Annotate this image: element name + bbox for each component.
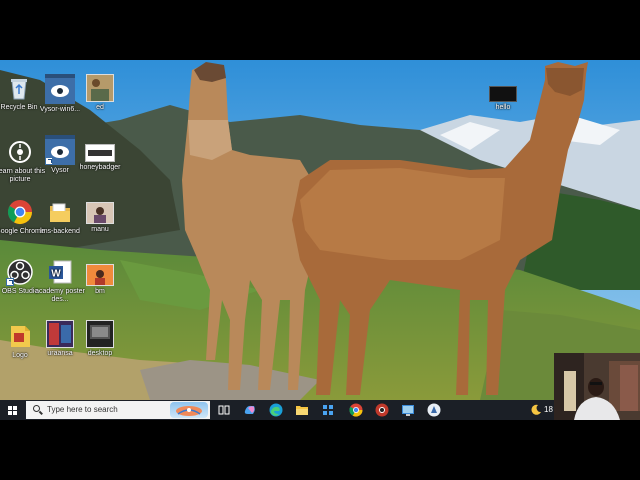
search-icon	[33, 405, 40, 412]
tray-weather-clock[interactable]: 18	[530, 402, 553, 418]
tray-clock-text: 18	[544, 405, 553, 414]
start-button[interactable]	[0, 400, 24, 420]
image-file-icon	[85, 144, 115, 162]
chrome-profile-icon[interactable]	[374, 402, 390, 418]
task-view-icon[interactable]	[216, 402, 232, 418]
webcam-overlay	[554, 353, 640, 420]
desktop-icon-hello[interactable]: hello	[474, 86, 532, 112]
obs-icon	[6, 258, 34, 286]
windows-logo-icon	[8, 406, 17, 415]
search-highlight-image	[170, 402, 208, 418]
desktop-icon-ed[interactable]: ed	[71, 74, 129, 112]
image-file-icon	[46, 320, 74, 348]
shortcut-arrow-icon	[6, 278, 14, 286]
vysor-app-icon[interactable]	[426, 402, 442, 418]
image-file-icon	[86, 202, 114, 224]
image-file-icon	[86, 264, 114, 286]
taskbar: Type here to search 18	[0, 400, 640, 420]
taskbar-search-box[interactable]: Type here to search	[26, 401, 210, 419]
shortcut-arrow-icon	[45, 157, 53, 165]
image-file-icon	[86, 74, 114, 102]
learn-about-picture-icon	[6, 138, 34, 166]
desktop-icon-desktop[interactable]: desktop	[71, 320, 129, 358]
desktop-icon-bm[interactable]: bm	[71, 264, 129, 296]
image-file-icon	[86, 320, 114, 348]
folder-icon	[46, 198, 74, 226]
desktop-icon-honeybadger[interactable]: honeybadger	[71, 144, 129, 172]
apps-grid-icon[interactable]	[320, 402, 336, 418]
chrome-icon	[6, 198, 34, 226]
edge-icon[interactable]	[268, 402, 284, 418]
remote-desktop-icon[interactable]	[400, 402, 416, 418]
file-explorer-icon[interactable]	[294, 402, 310, 418]
svg-text:W: W	[51, 269, 61, 280]
chrome-icon[interactable]	[348, 402, 364, 418]
desktop-screen: Recycle Bin Vysor-win6... ed Learn about…	[0, 60, 640, 420]
desktop-icon-manu[interactable]: manu	[71, 202, 129, 234]
search-placeholder: Type here to search	[47, 405, 118, 414]
word-icon: W	[46, 258, 74, 286]
image-file-icon	[489, 86, 517, 102]
recycle-bin-icon	[5, 74, 33, 102]
moon-icon	[531, 404, 541, 415]
pdf-icon	[6, 322, 34, 350]
copilot-icon[interactable]	[242, 402, 258, 418]
